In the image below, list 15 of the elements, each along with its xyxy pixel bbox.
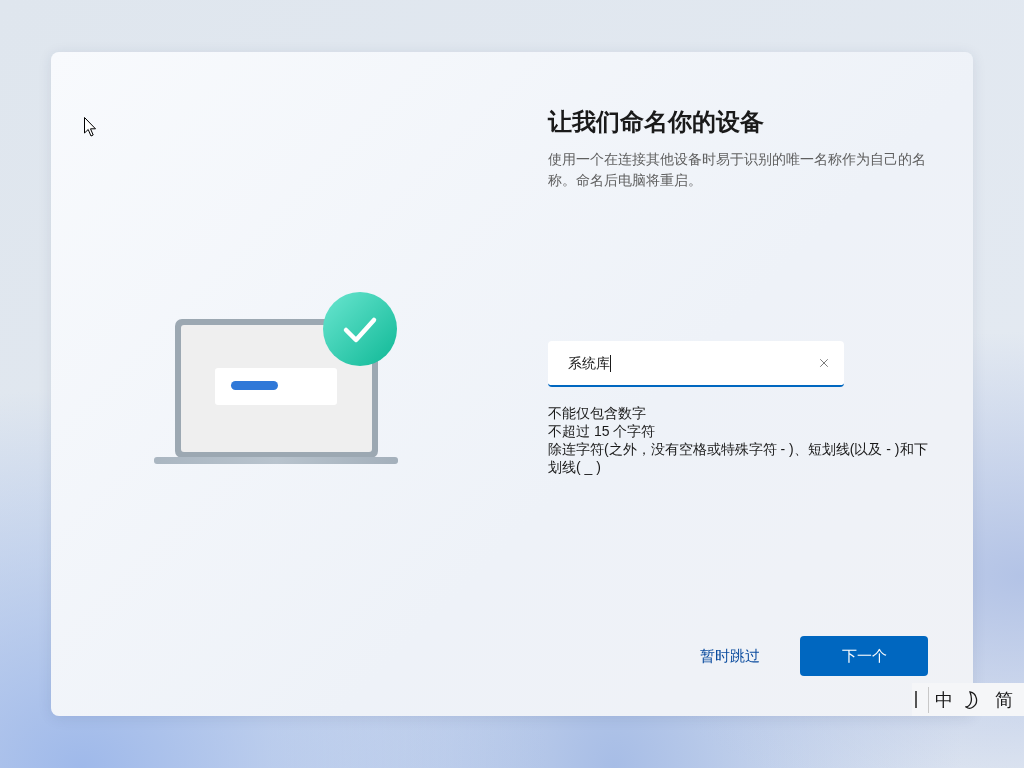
requirement-text: 不超过 15 个字符	[548, 422, 657, 440]
skip-link[interactable]: 暂时跳过	[700, 644, 760, 668]
charset-text[interactable]: 简	[995, 688, 1013, 711]
page-description: 使用一个在连接其他设备时易于识别的唯一名称作为自己的名称。命名后电脑将重启。	[548, 150, 927, 190]
check-circle-icon	[323, 292, 397, 366]
input-mode-text[interactable]: 中	[935, 688, 953, 711]
close-icon	[817, 356, 831, 370]
crescent-moon-icon[interactable]	[965, 690, 979, 709]
mouse-pointer-icon	[84, 117, 97, 137]
device-name-input-field[interactable]: 系统库	[548, 341, 844, 387]
next-button[interactable]: 下一个	[800, 636, 928, 676]
requirement-text: 除连字符(之外，没有空格或特殊字符 - )、短划线(以及 - )和下划线( _ )	[548, 440, 929, 476]
requirement-text: 不能仅包含数字	[548, 404, 647, 422]
text-cursor-icon	[610, 354, 611, 372]
page-title: 让我们命名你的设备	[548, 107, 764, 137]
